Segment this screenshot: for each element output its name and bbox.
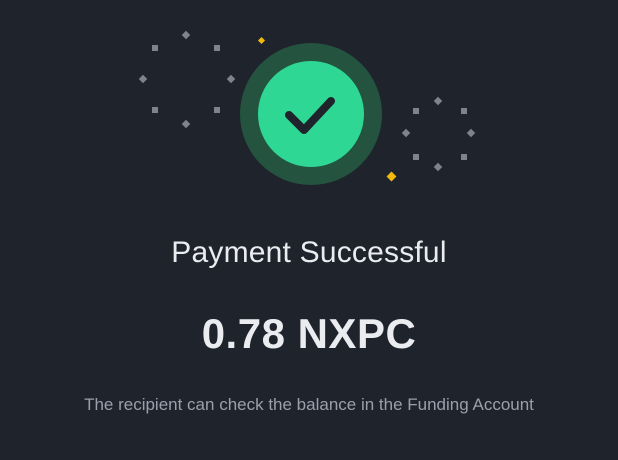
confetti-square [461, 108, 467, 114]
payment-status-title: Payment Successful [171, 236, 447, 269]
confetti-square [413, 108, 419, 114]
confetti-diamond [181, 30, 191, 40]
confetti-square [214, 45, 220, 51]
payment-amount: 0.78 NXPC [201, 310, 417, 357]
confetti-diamond [466, 128, 476, 138]
confetti-square [413, 154, 419, 160]
confetti-diamond [433, 96, 443, 106]
confetti-square [214, 107, 220, 113]
check-circle-icon [240, 43, 382, 185]
confetti-diamond [433, 162, 443, 172]
funding-account-note: The recipient can check the balance in t… [84, 395, 534, 414]
success-illustration [138, 30, 476, 185]
confetti-left [138, 30, 236, 129]
confetti-gold [386, 171, 397, 182]
confetti-gold-small [257, 36, 266, 45]
confetti-diamond [401, 128, 411, 138]
confetti-square [461, 154, 467, 160]
payment-result-screen: Payment Successful 0.78 NXPC The recipie… [0, 0, 618, 460]
confetti-right [401, 96, 476, 172]
confetti-diamond [181, 119, 191, 129]
confetti-diamond [138, 74, 148, 84]
confetti-square [152, 107, 158, 113]
confetti-square [152, 45, 158, 51]
confetti-diamond [226, 74, 236, 84]
